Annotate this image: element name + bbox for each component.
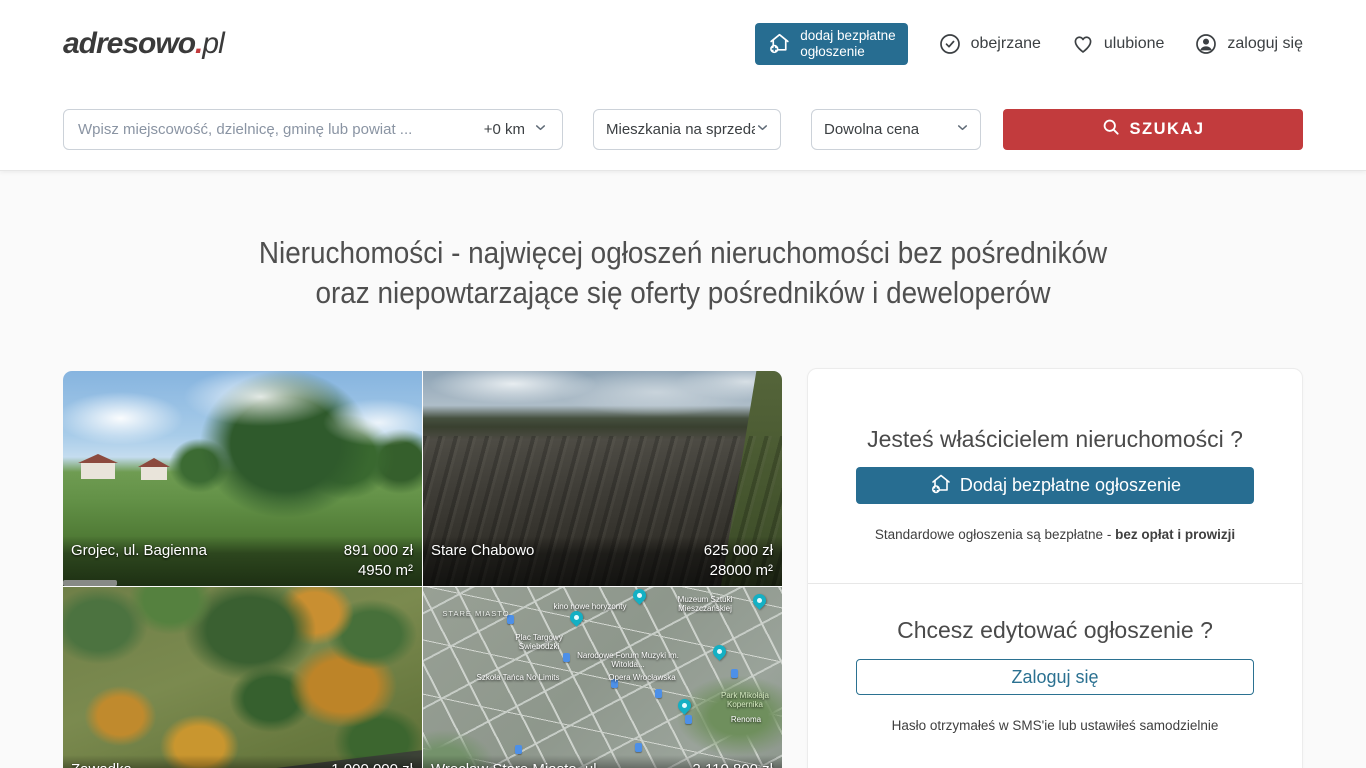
map-marker-icon	[731, 669, 738, 678]
page-title-line1: Nieruchomości - najwięcej ogłoszeń nieru…	[259, 235, 1107, 270]
search-bar: +0 km Mieszkania na sprzeda Dowolna cena…	[0, 88, 1366, 170]
nav-item-favorites[interactable]: ulubione	[1071, 32, 1165, 56]
chevron-down-icon	[955, 120, 970, 139]
add-listing-line2: ogłoszenie	[800, 44, 865, 59]
map-marker-icon	[515, 745, 522, 754]
chevron-down-icon	[755, 120, 770, 139]
map-label: Muzeum Sztuki Mieszczańskiej	[661, 595, 749, 613]
radius-select[interactable]: +0 km	[480, 120, 552, 139]
price-value: Dowolna cena	[824, 121, 919, 138]
owner-note-prefix: Standardowe ogłoszenia są bezpłatne -	[875, 527, 1115, 542]
owner-section: Jesteś właścicielem nieruchomości ? Doda…	[808, 369, 1302, 542]
map-pin-icon	[750, 591, 768, 609]
page-title: Nieruchomości - najwięcej ogłoszeń nieru…	[68, 233, 1297, 313]
map-label: Renoma	[721, 715, 771, 724]
map-label: kino nowe horyzonty	[535, 602, 645, 611]
listing-price: 891 000 zł	[344, 542, 413, 559]
page-title-line2: oraz niepowtarzające się oferty pośredni…	[315, 275, 1050, 310]
map-pin-icon	[710, 642, 728, 660]
add-free-listing-label: Dodaj bezpłatne ogłoszenie	[960, 475, 1181, 496]
listing-price: 2 110 800 zł	[692, 761, 773, 768]
owner-section-note: Standardowe ogłoszenia są bezpłatne - be…	[856, 527, 1254, 542]
listing-photo-map: STARE MIASTO kino nowe horyzonty Muzeum …	[423, 587, 782, 768]
nav-label-viewed: obejrzane	[971, 35, 1041, 53]
listing-area: 28000 m²	[710, 562, 773, 579]
listing-price: 1 000 000 zł	[331, 761, 413, 768]
listing-location: Stare Chabowo	[431, 541, 542, 561]
map-pin-icon	[675, 696, 693, 714]
listing-card-wroclaw[interactable]: STARE MIASTO kino nowe horyzonty Muzeum …	[423, 587, 782, 768]
listing-cards-grid: Grojec, ul. Bagienna 891 000 zł 4950 m² …	[63, 371, 782, 768]
edit-section-note: Hasło otrzymałeś w SMS'ie lub ustawiłeś …	[856, 718, 1254, 733]
logo[interactable]: adresowo.pl	[63, 27, 224, 61]
listing-location: Grojec, ul. Bagienna	[71, 541, 215, 561]
search-icon	[1101, 117, 1121, 142]
listing-caption: Grojec, ul. Bagienna 891 000 zł 4950 m²	[63, 536, 422, 586]
logo-tld: pl	[202, 27, 223, 60]
map-marker-icon	[655, 689, 662, 698]
listing-card-grojec[interactable]: Grojec, ul. Bagienna 891 000 zł 4950 m²	[63, 371, 422, 586]
header: adresowo.pl dodaj bezpłatne ogłoszenie	[0, 0, 1366, 171]
listing-caption: Stare Chabowo 625 000 zł 28000 m²	[423, 536, 782, 586]
listing-price: 625 000 zł	[704, 542, 773, 559]
add-listing-button[interactable]: dodaj bezpłatne ogłoszenie	[755, 23, 907, 65]
user-circle-icon	[1194, 32, 1218, 56]
radius-value: +0 km	[484, 121, 525, 138]
check-circle-icon	[938, 32, 962, 56]
offer-type-value: Mieszkania na sprzeda	[606, 121, 755, 138]
map-label: Szkoła Tańca No Limits	[463, 673, 573, 682]
offer-type-select[interactable]: Mieszkania na sprzeda	[593, 109, 781, 150]
login-button[interactable]: Zaloguj się	[856, 659, 1254, 695]
price-select[interactable]: Dowolna cena	[811, 109, 981, 150]
owner-section-title: Jesteś właścicielem nieruchomości ?	[856, 369, 1254, 453]
listing-area: 4950 m²	[358, 562, 413, 579]
add-listing-line1: dodaj bezpłatne	[800, 28, 895, 43]
location-search-input[interactable]	[78, 121, 480, 138]
search-button-label: SZUKAJ	[1129, 120, 1204, 139]
owner-note-bold: bez opłat i prowizji	[1115, 527, 1235, 542]
map-label: STARE MIASTO	[437, 609, 515, 618]
heart-icon	[1071, 32, 1095, 56]
listing-card-stare-chabowo[interactable]: Stare Chabowo 625 000 zł 28000 m²	[423, 371, 782, 586]
map-pin-icon	[567, 608, 585, 626]
edit-section: Chcesz edytować ogłoszenie ? Zaloguj się…	[808, 584, 1302, 733]
nav-label-login: zaloguj się	[1227, 35, 1303, 53]
search-button[interactable]: SZUKAJ	[1003, 109, 1303, 150]
nav-item-login[interactable]: zaloguj się	[1194, 32, 1303, 56]
chevron-down-icon	[533, 120, 548, 139]
listing-photo-aerial	[63, 587, 422, 768]
listing-caption: Wrocław Stare Miasto, ul. 2 110 800 zł	[423, 755, 782, 768]
location-search-combo: +0 km	[63, 109, 563, 150]
owner-panel: Jesteś właścicielem nieruchomości ? Doda…	[807, 368, 1303, 768]
listing-location: Zawadka	[71, 760, 140, 768]
edit-section-title: Chcesz edytować ogłoszenie ?	[856, 584, 1254, 644]
carousel-scrollbar[interactable]	[63, 580, 117, 586]
listing-location: Wrocław Stare Miasto, ul.	[431, 760, 609, 768]
house-plus-icon	[767, 30, 792, 59]
map-marker-icon	[685, 715, 692, 724]
nav-label-favorites: ulubione	[1104, 35, 1165, 53]
map-label: Park Mikołaja Kopernika	[709, 691, 781, 709]
logo-name: adresowo	[63, 27, 195, 60]
map-label: Opera Wrocławska	[595, 673, 689, 682]
main-content: Grojec, ul. Bagienna 891 000 zł 4950 m² …	[0, 371, 1366, 768]
map-marker-icon	[635, 743, 642, 752]
listing-caption: Zawadka 1 000 000 zł	[63, 755, 422, 768]
map-label: Narodowe Forum Muzyki im. Witolda...	[569, 651, 687, 669]
house-plus-icon	[929, 471, 953, 500]
add-free-listing-button[interactable]: Dodaj bezpłatne ogłoszenie	[856, 467, 1254, 504]
map-label: Plac Targowy Świebodzki	[499, 633, 579, 651]
nav-item-viewed[interactable]: obejrzane	[938, 32, 1041, 56]
listing-card-zawadka[interactable]: Zawadka 1 000 000 zł	[63, 587, 422, 768]
